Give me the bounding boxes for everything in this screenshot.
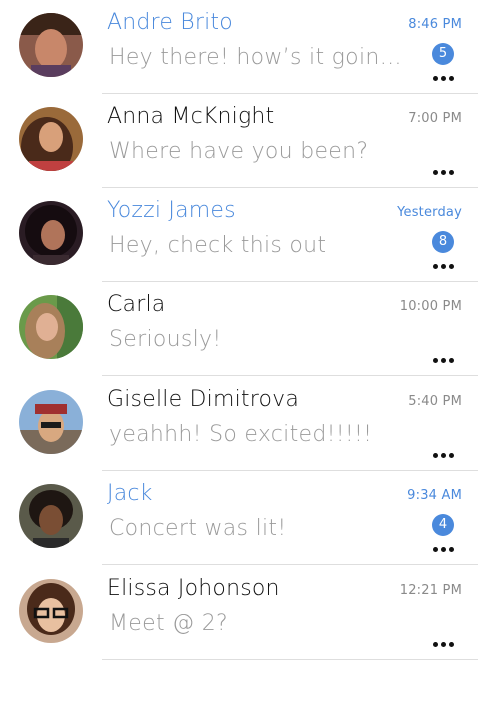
message-preview: Hey there! how’s it going... <box>109 45 404 70</box>
avatar-giselle-dimitrova-photo <box>19 390 83 454</box>
more-options-icon[interactable] <box>431 166 455 178</box>
message-time: Yesterday <box>397 205 462 220</box>
avatar-carla-photo <box>19 295 83 359</box>
contact-name: Giselle Dimitrova <box>107 387 300 412</box>
unread-count-badge: 4 <box>432 514 454 536</box>
contact-name: Elissa Johonson <box>107 576 280 601</box>
conversation-row[interactable]: Anna McKnight Where have you been? 7:00 … <box>0 94 480 188</box>
message-preview: Concert was lit! <box>109 516 287 541</box>
contact-name: Jack <box>107 481 153 506</box>
conversation-row[interactable]: Carla Seriously! 10:00 PM <box>0 282 480 376</box>
avatar[interactable] <box>19 484 83 548</box>
message-preview: Where have you been? <box>109 139 369 164</box>
message-preview: Meet @ 2? <box>109 611 229 636</box>
message-preview: Hey, check this out <box>109 233 327 258</box>
contact-name: Anna McKnight <box>107 104 275 129</box>
conversation-list: Andre Brito Hey there! how’s it going...… <box>0 0 480 710</box>
avatar-yozzi-james-photo <box>19 201 83 265</box>
more-options-icon[interactable] <box>431 260 455 272</box>
contact-name: Yozzi James <box>107 198 236 223</box>
conversation-row[interactable]: Yozzi James Hey, check this out Yesterda… <box>0 188 480 282</box>
unread-count-badge: 8 <box>432 231 454 253</box>
avatar[interactable] <box>19 13 83 77</box>
row-divider <box>102 564 478 565</box>
contact-name: Andre Brito <box>107 10 233 35</box>
avatar-elissa-johonson-photo <box>19 579 83 643</box>
message-time: 8:46 PM <box>408 17 462 32</box>
message-time: 9:34 AM <box>407 488 462 503</box>
conversation-row[interactable]: Andre Brito Hey there! how’s it going...… <box>0 0 480 94</box>
contact-name: Carla <box>107 292 166 317</box>
avatar[interactable] <box>19 390 83 454</box>
row-divider <box>102 375 478 376</box>
more-options-icon[interactable] <box>431 72 455 84</box>
avatar[interactable] <box>19 107 83 171</box>
more-options-icon[interactable] <box>431 354 455 366</box>
avatar[interactable] <box>19 295 83 359</box>
conversation-row[interactable]: Elissa Johonson Meet @ 2? 12:21 PM <box>0 566 480 660</box>
row-divider <box>102 659 478 660</box>
more-options-icon[interactable] <box>431 449 455 461</box>
message-time: 5:40 PM <box>408 394 462 409</box>
avatar-jack-photo <box>19 484 83 548</box>
message-time: 7:00 PM <box>408 111 462 126</box>
message-time: 10:00 PM <box>399 299 462 314</box>
conversation-row[interactable]: Giselle Dimitrova yeahhh! So excited!!!!… <box>0 377 480 471</box>
conversation-row[interactable]: Jack Concert was lit! 9:34 AM 4 <box>0 471 480 565</box>
avatar-anna-mcknight-photo <box>19 107 83 171</box>
avatar[interactable] <box>19 201 83 265</box>
message-preview: yeahhh! So excited!!!!! <box>109 422 373 447</box>
more-options-icon[interactable] <box>431 543 455 555</box>
more-options-icon[interactable] <box>431 638 455 650</box>
avatar-andre-brito-photo <box>19 13 83 77</box>
message-preview: Seriously! <box>109 327 222 352</box>
unread-count-badge: 5 <box>432 43 454 65</box>
avatar[interactable] <box>19 579 83 643</box>
message-time: 12:21 PM <box>399 583 462 598</box>
